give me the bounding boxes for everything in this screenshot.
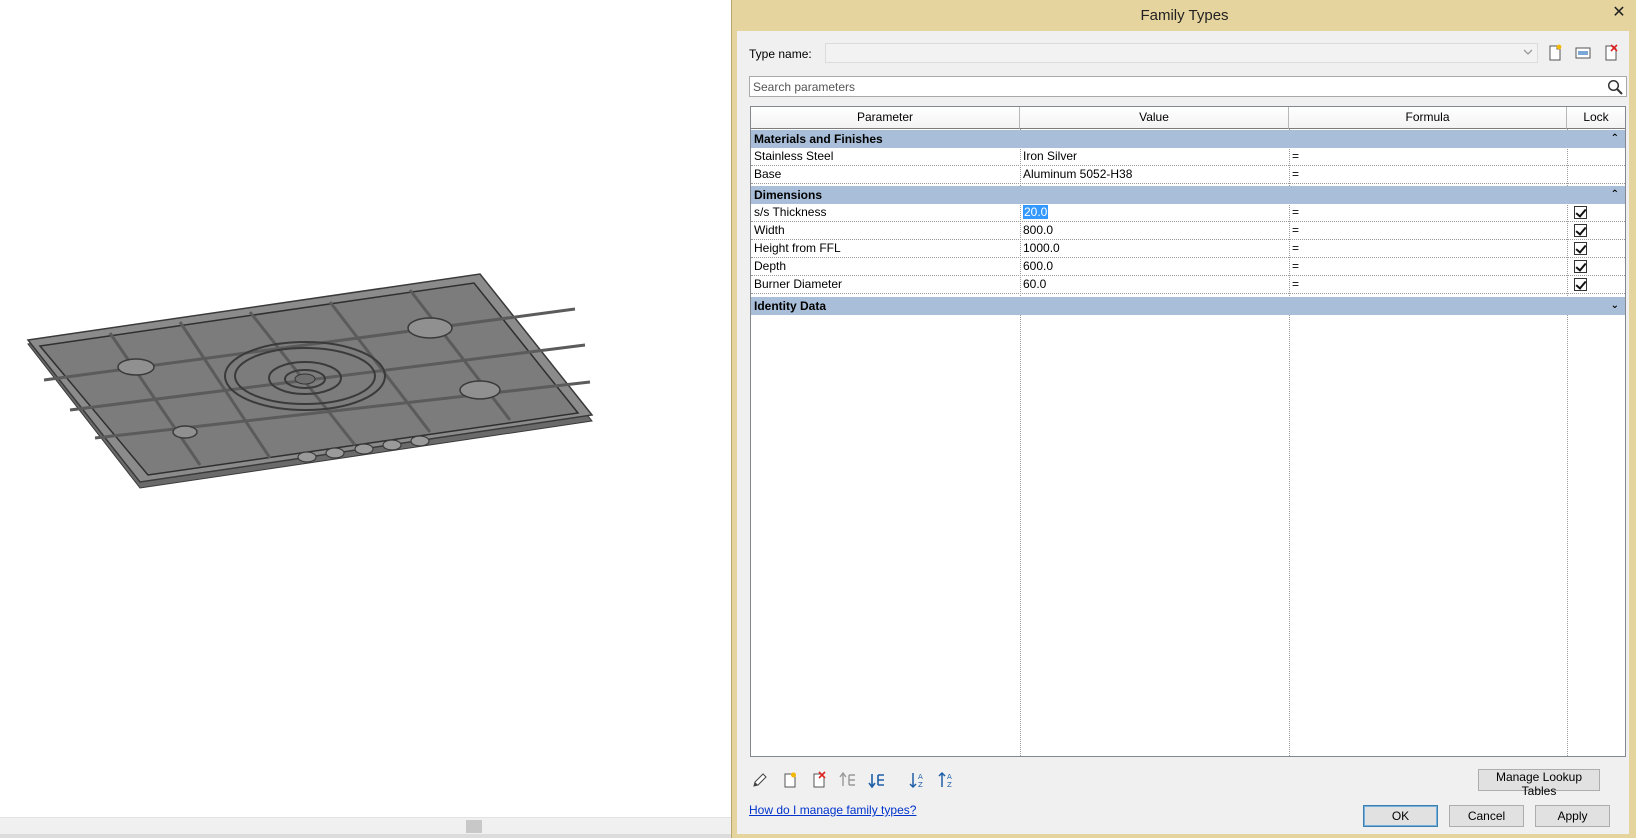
table-row[interactable]: Base Aluminum 5052-H38 = (751, 166, 1625, 184)
parameters-table: Parameter Value Formula Lock Materials a… (750, 106, 1626, 757)
param-name: Stainless Steel (754, 149, 834, 163)
cancel-button[interactable]: Cancel (1449, 805, 1524, 827)
table-row[interactable]: s/s Thickness 20.0 = (751, 204, 1625, 222)
param-name: s/s Thickness (754, 205, 827, 219)
lock-cell (1567, 204, 1625, 221)
lock-cell (1567, 240, 1625, 257)
param-formula[interactable]: = (1289, 258, 1567, 275)
param-value[interactable]: 60.0 (1020, 276, 1289, 293)
svg-text:Z: Z (918, 781, 923, 789)
edit-parameter-icon[interactable] (751, 771, 769, 789)
param-formula[interactable]: = (1289, 240, 1567, 257)
lock-cell (1567, 222, 1625, 239)
table-row[interactable]: Stainless Steel Iron Silver = (751, 148, 1625, 166)
group-identity-data[interactable]: Identity Data ⌄ (751, 297, 1625, 315)
dialog-titlebar[interactable]: Family Types ✕ (732, 0, 1636, 31)
model-viewport[interactable] (0, 0, 731, 838)
collapse-icon[interactable]: ⌃ (1611, 130, 1619, 148)
sort-ascending-icon[interactable]: A Z (909, 771, 927, 789)
param-formula[interactable]: = (1289, 222, 1567, 239)
family-types-dialog: Family Types ✕ Type name: Search paramet… (731, 0, 1636, 838)
close-icon[interactable]: ✕ (1611, 5, 1627, 21)
horizontal-scrollbar[interactable] (0, 817, 731, 834)
dialog-title: Family Types (1140, 7, 1229, 24)
column-header-parameter[interactable]: Parameter (751, 107, 1020, 129)
scrollbar-thumb[interactable] (466, 820, 482, 833)
ok-button[interactable]: OK (1363, 805, 1438, 827)
param-value[interactable]: Iron Silver (1020, 148, 1289, 165)
table-row[interactable]: Width 800.0 = (751, 222, 1625, 240)
group-label: Dimensions (754, 188, 823, 202)
column-header-value[interactable]: Value (1020, 107, 1289, 129)
param-name: Depth (754, 259, 787, 273)
param-formula[interactable]: = (1289, 166, 1567, 183)
param-formula[interactable]: = (1289, 276, 1567, 293)
collapse-icon[interactable]: ⌃ (1611, 186, 1619, 204)
param-name: Burner Diameter (754, 277, 843, 291)
apply-button[interactable]: Apply (1535, 805, 1610, 827)
svg-text:A: A (918, 773, 923, 781)
table-row[interactable]: Height from FFL 1000.0 = (751, 240, 1625, 258)
delete-type-icon[interactable] (1602, 44, 1620, 62)
lock-checkbox[interactable] (1574, 206, 1587, 219)
param-value[interactable]: 800.0 (1020, 222, 1289, 239)
group-dimensions[interactable]: Dimensions ⌃ (751, 186, 1625, 204)
type-name-dropdown[interactable] (825, 43, 1538, 63)
param-value-selected[interactable]: 20.0 (1023, 205, 1049, 219)
rename-type-icon[interactable] (1574, 44, 1592, 62)
dialog-client-area: Type name: Parameter (737, 31, 1629, 834)
param-formula[interactable]: = (1289, 148, 1567, 165)
expand-icon[interactable]: ⌄ (1611, 297, 1619, 315)
svg-text:Z: Z (947, 781, 952, 789)
viewport-bottom-edge (0, 834, 731, 838)
column-header-formula[interactable]: Formula (1289, 107, 1567, 129)
chevron-down-icon (1523, 49, 1533, 55)
delete-parameter-icon[interactable] (810, 771, 828, 789)
lock-checkbox[interactable] (1574, 278, 1587, 291)
param-value[interactable]: 1000.0 (1020, 240, 1289, 257)
group-materials-and-finishes[interactable]: Materials and Finishes ⌃ (751, 130, 1625, 148)
new-type-icon[interactable] (1546, 44, 1564, 62)
search-input[interactable] (750, 77, 1595, 96)
param-formula[interactable]: = (1289, 204, 1567, 221)
search-box (749, 76, 1627, 97)
lock-checkbox[interactable] (1574, 224, 1587, 237)
param-value-cell[interactable]: 20.0 (1020, 204, 1289, 221)
type-name-label: Type name: (749, 47, 812, 61)
column-header-lock[interactable]: Lock (1567, 107, 1625, 129)
table-row[interactable]: Depth 600.0 = (751, 258, 1625, 276)
manage-lookup-tables-button[interactable]: Manage Lookup Tables (1478, 769, 1600, 798)
group-label: Materials and Finishes (754, 132, 883, 146)
param-value[interactable]: Aluminum 5052-H38 (1020, 166, 1289, 183)
move-up-icon[interactable] (839, 771, 857, 789)
lock-checkbox[interactable] (1574, 242, 1587, 255)
param-name: Base (754, 167, 782, 181)
lock-checkbox[interactable] (1574, 260, 1587, 273)
search-icon[interactable] (1607, 79, 1623, 95)
svg-text:A: A (947, 773, 952, 781)
table-row[interactable]: Burner Diameter 60.0 = (751, 276, 1625, 294)
sort-descending-icon[interactable]: A Z (938, 771, 956, 789)
lock-cell (1567, 258, 1625, 275)
param-value[interactable]: 600.0 (1020, 258, 1289, 275)
lock-cell (1567, 276, 1625, 293)
help-link[interactable]: How do I manage family types? (749, 803, 916, 817)
move-down-icon[interactable] (868, 771, 886, 789)
new-parameter-icon[interactable] (781, 771, 799, 789)
cooktop-3d-model (26, 273, 594, 489)
param-name: Width (754, 223, 785, 237)
group-label: Identity Data (754, 299, 827, 313)
param-name: Height from FFL (754, 241, 841, 255)
